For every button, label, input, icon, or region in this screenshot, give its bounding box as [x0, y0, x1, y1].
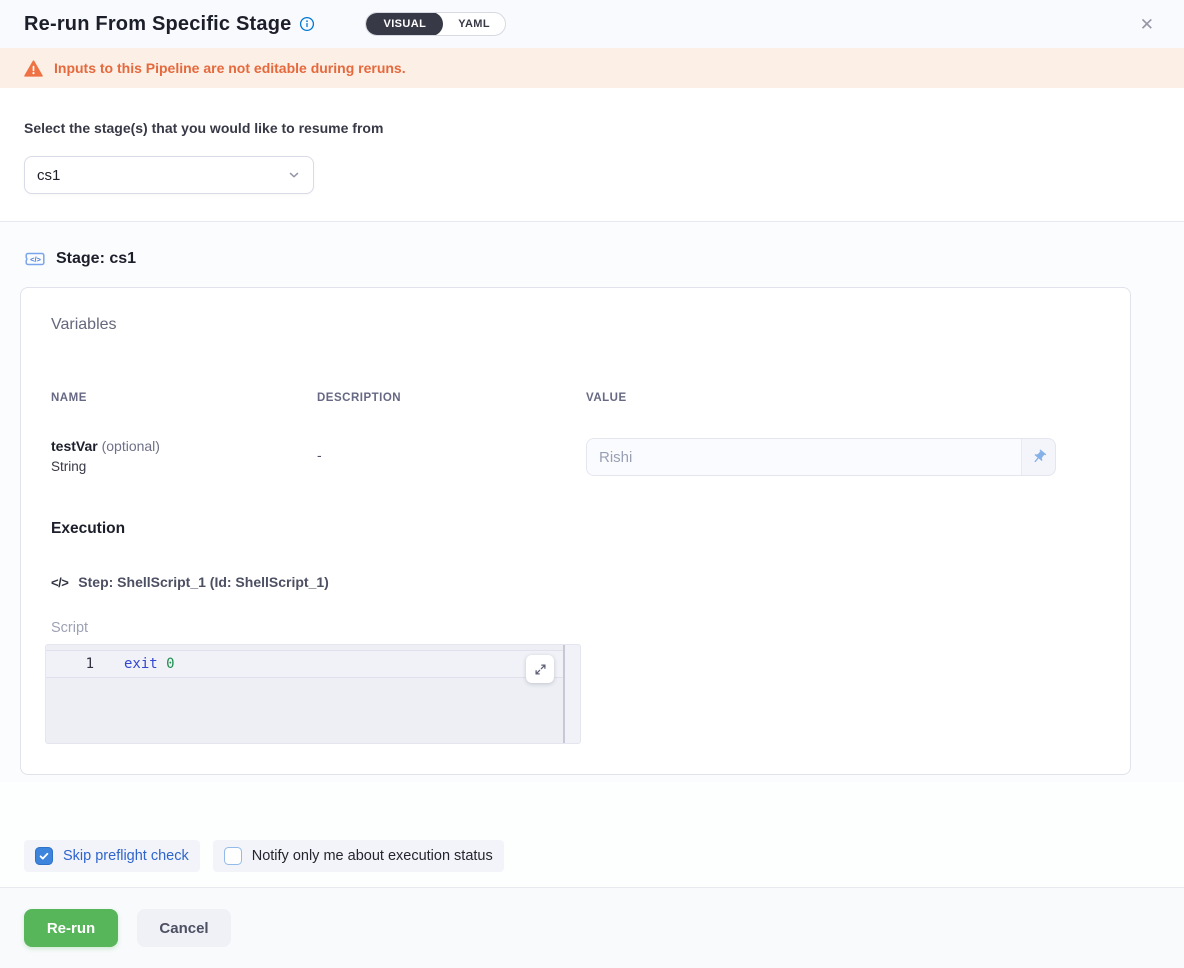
- step-label: Step: ShellScript_1 (Id: ShellScript_1): [78, 574, 329, 590]
- pin-icon: [1027, 446, 1050, 469]
- visual-yaml-toggle: VISUAL YAML: [365, 12, 506, 36]
- stage-select-section: Select the stage(s) that you would like …: [0, 88, 1184, 222]
- code-icon: </>: [51, 575, 68, 590]
- execution-title: Execution: [51, 520, 1100, 538]
- stage-select-dropdown[interactable]: cs1: [24, 156, 314, 194]
- run-options-section: Skip preflight check Notify only me abou…: [0, 782, 1184, 888]
- stage-heading: </> Stage: cs1: [20, 248, 1160, 270]
- warning-message: Inputs to this Pipeline are not editable…: [54, 60, 406, 76]
- notify-me-checkbox[interactable]: [224, 847, 242, 865]
- variable-optional-tag: (optional): [102, 438, 160, 454]
- expand-button[interactable]: [526, 655, 554, 683]
- warning-banner: Inputs to this Pipeline are not editable…: [0, 48, 1184, 88]
- variable-type: String: [51, 459, 317, 474]
- svg-text:</>: </>: [30, 255, 41, 264]
- script-line: 1 exit 0: [46, 651, 564, 677]
- check-icon: [227, 850, 239, 862]
- skip-preflight-label: Skip preflight check: [63, 848, 189, 864]
- info-icon[interactable]: [299, 16, 315, 32]
- check-icon: [38, 850, 50, 862]
- cancel-button[interactable]: Cancel: [137, 909, 231, 947]
- warning-icon: [24, 60, 43, 77]
- stage-detail-section: </> Stage: cs1 Variables NAME DESCRIPTIO…: [0, 222, 1184, 782]
- tab-yaml[interactable]: YAML: [443, 12, 505, 36]
- column-description: DESCRIPTION: [317, 392, 586, 404]
- variable-name-cell: testVar (optional) String: [51, 438, 317, 474]
- expand-icon: [534, 663, 547, 676]
- rerun-button[interactable]: Re-run: [24, 909, 118, 947]
- code-keyword: exit: [124, 656, 158, 672]
- notify-me-option[interactable]: Notify only me about execution status: [213, 840, 504, 872]
- page-title: Re-run From Specific Stage: [24, 13, 291, 36]
- stage-select-label: Select the stage(s) that you would like …: [24, 120, 1160, 136]
- dialog-header: Re-run From Specific Stage VISUAL YAML ✕: [0, 0, 1184, 48]
- stage-card: Variables NAME DESCRIPTION VALUE testVar…: [20, 287, 1131, 775]
- stage-icon: </>: [24, 248, 46, 270]
- close-icon[interactable]: ✕: [1134, 12, 1160, 37]
- script-label: Script: [51, 620, 1100, 636]
- line-number: 1: [46, 656, 114, 672]
- column-name: NAME: [51, 392, 317, 404]
- skip-preflight-option[interactable]: Skip preflight check: [24, 840, 200, 872]
- variable-name: testVar: [51, 438, 98, 454]
- script-editor[interactable]: 1 exit 0: [45, 644, 581, 744]
- variable-row: testVar (optional) String -: [51, 438, 1100, 476]
- skip-preflight-checkbox[interactable]: [35, 847, 53, 865]
- variables-table-header: NAME DESCRIPTION VALUE: [51, 392, 1100, 404]
- chevron-down-icon: [287, 168, 301, 182]
- step-row: </> Step: ShellScript_1 (Id: ShellScript…: [51, 574, 1100, 590]
- editor-scrollbar[interactable]: [563, 645, 580, 743]
- variable-value-input[interactable]: [587, 439, 1022, 475]
- variable-description: -: [317, 438, 586, 463]
- variable-value-field: [586, 438, 1056, 476]
- column-value: VALUE: [586, 392, 1100, 404]
- stage-heading-label: Stage: cs1: [56, 250, 136, 268]
- variables-title: Variables: [51, 316, 1100, 334]
- code-value: 0: [166, 656, 174, 672]
- dialog-footer: Re-run Cancel: [0, 888, 1184, 968]
- tab-visual[interactable]: VISUAL: [366, 12, 443, 36]
- notify-me-label: Notify only me about execution status: [252, 848, 493, 864]
- stage-select-value: cs1: [37, 167, 60, 184]
- pin-button[interactable]: [1022, 439, 1055, 475]
